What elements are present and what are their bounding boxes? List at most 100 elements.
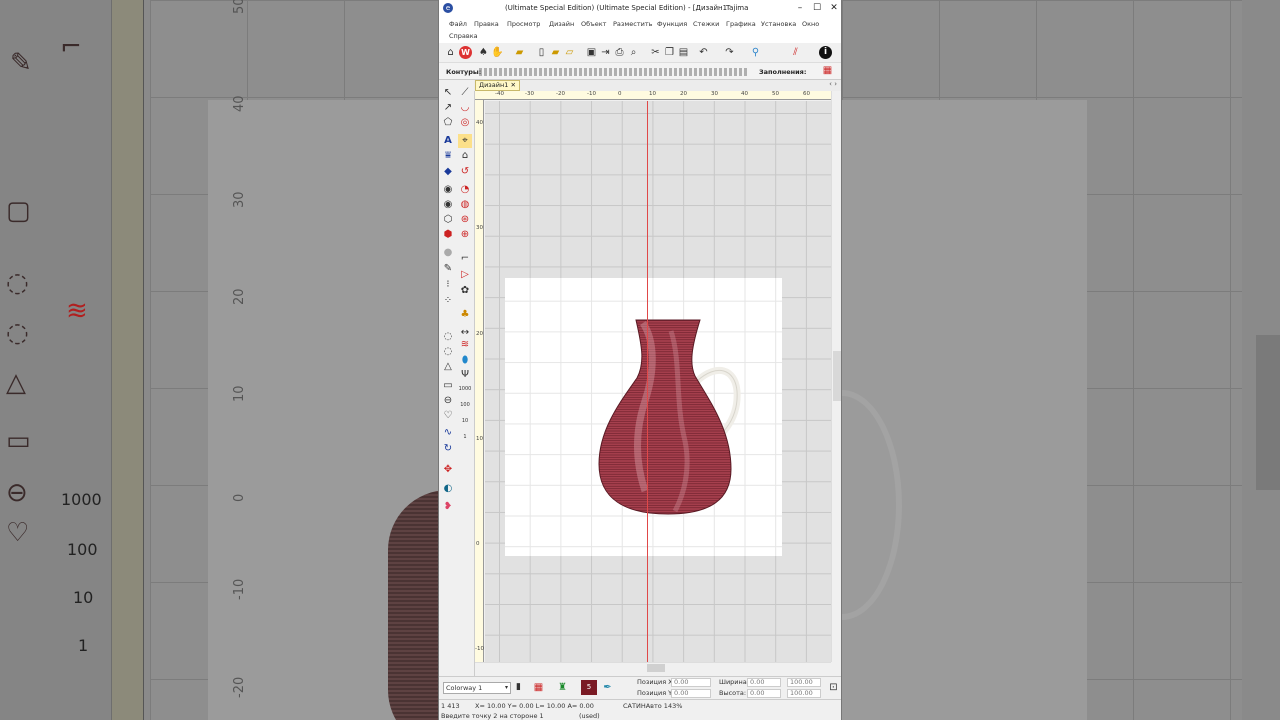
diamond-icon[interactable]: ◆: [441, 165, 455, 179]
reshape-icon[interactable]: ↗: [441, 101, 455, 115]
menu-edit[interactable]: Правка: [474, 20, 499, 28]
menu-graphics[interactable]: Графика: [726, 20, 756, 28]
shape-icon[interactable]: ⌂: [458, 149, 472, 163]
crosshair-icon[interactable]: ⊕: [458, 228, 472, 242]
redo-icon[interactable]: ↷: [723, 46, 736, 59]
cut-icon[interactable]: ✂: [649, 46, 662, 59]
copy-icon[interactable]: ❐: [663, 46, 676, 59]
heart-pink-icon[interactable]: ❥: [441, 500, 455, 514]
bucket-icon[interactable]: ♜: [556, 681, 569, 694]
menu-help[interactable]: Справка: [449, 32, 478, 40]
maximize-button[interactable]: ☐: [809, 1, 825, 16]
count-100-icon[interactable]: 100: [458, 398, 472, 412]
zigzag-tool-icon[interactable]: ≋: [458, 338, 472, 352]
digitize-icon[interactable]: ⌖: [458, 134, 472, 148]
tree-icon[interactable]: ♣: [458, 308, 472, 322]
tab-scroll-icon[interactable]: ‹ ›: [829, 80, 837, 88]
width-field[interactable]: 0.00: [747, 678, 781, 687]
ellipse-tool-icon[interactable]: ⊖: [441, 394, 455, 408]
menu-stitches[interactable]: Стежки: [693, 20, 719, 28]
print-icon[interactable]: ⎙: [613, 46, 626, 59]
vase-shape[interactable]: [598, 319, 732, 515]
menu-file[interactable]: Файл: [449, 20, 467, 28]
colorway-select[interactable]: Colorway 1 ▾: [443, 682, 511, 694]
design-canvas[interactable]: [485, 101, 831, 662]
open-recent-icon[interactable]: ▱: [563, 46, 576, 59]
pen-tool-icon[interactable]: ✎: [441, 262, 455, 276]
vertical-scrollbar[interactable]: [831, 91, 841, 662]
menu-design[interactable]: Дизайн: [549, 20, 574, 28]
info-icon[interactable]: i: [819, 46, 832, 59]
thread-icon[interactable]: ▮: [512, 681, 525, 694]
wilcom-icon[interactable]: W: [459, 46, 472, 59]
tab-design1[interactable]: Дизайн1 ✕: [475, 80, 520, 91]
stamp-icon[interactable]: ✥: [441, 463, 455, 477]
wave-icon[interactable]: ∿: [441, 426, 455, 440]
menu-arrange[interactable]: Разместить: [613, 20, 652, 28]
eyedropper-icon[interactable]: ✒: [601, 681, 614, 694]
count-1000-icon[interactable]: 1000: [458, 382, 472, 396]
triangle-tool-icon[interactable]: ▷: [458, 268, 472, 282]
drop-icon[interactable]: ●: [441, 246, 455, 260]
heart-tool-icon[interactable]: ♡: [441, 409, 455, 423]
hexagon-fill-icon[interactable]: ⬢: [441, 228, 455, 242]
menu-window[interactable]: Окно: [802, 20, 819, 28]
triangle-node-icon[interactable]: △: [441, 360, 455, 374]
pos-x-field[interactable]: 0.00: [671, 678, 711, 687]
color-wheel-icon[interactable]: ◐: [441, 482, 455, 496]
count-1-icon[interactable]: 1: [458, 430, 472, 444]
height-percent-field[interactable]: 100.00: [787, 689, 821, 698]
grid-dots-icon[interactable]: ⁘: [441, 294, 455, 308]
applique-icon[interactable]: ✿: [458, 284, 472, 298]
node-icon[interactable]: ⬠: [441, 116, 455, 130]
folder-icon[interactable]: ▰: [513, 46, 526, 59]
current-color-swatch[interactable]: 5: [581, 680, 597, 695]
circle-tool-icon[interactable]: ◉: [441, 183, 455, 197]
hand-icon[interactable]: ✋: [491, 46, 504, 59]
height-field[interactable]: 0.00: [747, 689, 781, 698]
hexagon-outline-icon[interactable]: ⬡: [441, 213, 455, 227]
satin-icon[interactable]: ◡: [458, 101, 472, 115]
width-percent-field[interactable]: 100.00: [787, 678, 821, 687]
contour-stitch-types[interactable]: [479, 68, 749, 76]
new-file-icon[interactable]: ▯: [535, 46, 548, 59]
pos-y-field[interactable]: 0.00: [671, 689, 711, 698]
fill-type-icon[interactable]: ▦: [821, 64, 834, 77]
dots-icon[interactable]: ⁝: [441, 278, 455, 292]
menu-function[interactable]: Функция: [657, 20, 687, 28]
undo-icon[interactable]: ↶: [697, 46, 710, 59]
stitch-icon[interactable]: ⫽: [789, 46, 802, 59]
export-icon[interactable]: ⇥: [599, 46, 612, 59]
circle-node-icon[interactable]: ◌: [441, 345, 455, 359]
fill-icon[interactable]: ◎: [458, 116, 472, 130]
needle-icon[interactable]: ⚲: [749, 46, 762, 59]
fork-icon[interactable]: Ψ: [458, 368, 472, 382]
horizontal-scrollbar[interactable]: [475, 662, 831, 672]
menu-object[interactable]: Объект: [581, 20, 606, 28]
scroll-thumb[interactable]: [647, 664, 665, 672]
proportion-lock-icon[interactable]: ⊡: [827, 681, 840, 694]
spiral-icon[interactable]: ◍: [458, 198, 472, 212]
lettering-icon[interactable]: A: [441, 134, 455, 148]
tools-icon[interactable]: ♠: [477, 46, 490, 59]
polyline-icon[interactable]: ⟋: [458, 86, 472, 100]
target-icon[interactable]: ⊛: [458, 213, 472, 227]
save-icon[interactable]: ▣: [585, 46, 598, 59]
menu-view[interactable]: Просмотр: [507, 20, 540, 28]
compass-icon[interactable]: ◔: [458, 183, 472, 197]
circle-node-icon[interactable]: ◌: [441, 330, 455, 344]
rectangle-tool-icon[interactable]: ▭: [441, 379, 455, 393]
home-icon[interactable]: ⌂: [444, 46, 457, 59]
close-button[interactable]: ✕: [826, 1, 841, 16]
corner-tool-icon[interactable]: ⌐: [458, 252, 472, 266]
scroll-thumb[interactable]: [833, 351, 841, 401]
bead-icon[interactable]: ⬮: [458, 354, 472, 368]
palette-icon[interactable]: ▦: [532, 681, 545, 694]
menu-setup[interactable]: Установка: [761, 20, 796, 28]
curve-icon[interactable]: ↺: [458, 165, 472, 179]
select-arrow-icon[interactable]: ↖: [441, 86, 455, 100]
minimize-button[interactable]: –: [792, 1, 808, 16]
tab-close-icon[interactable]: ✕: [510, 81, 515, 89]
count-10-icon[interactable]: 10: [458, 414, 472, 428]
monogram-icon[interactable]: ⩸: [441, 149, 455, 163]
